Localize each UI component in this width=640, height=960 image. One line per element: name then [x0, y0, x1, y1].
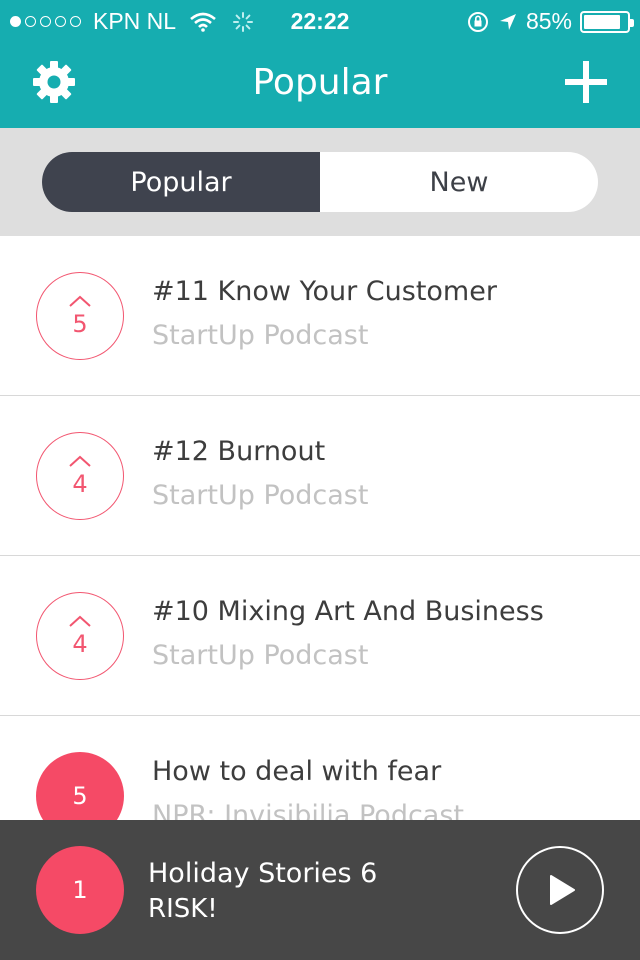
list-item[interactable]: 4 #12 Burnout StartUp Podcast: [0, 396, 640, 556]
podcast-name: StartUp Podcast: [152, 640, 369, 671]
chevron-up-icon: [69, 455, 91, 467]
segment-new[interactable]: New: [320, 152, 598, 212]
now-playing-bar[interactable]: 1 Holiday Stories 6 RISK!: [0, 820, 640, 960]
vote-count: 4: [72, 630, 88, 658]
play-button[interactable]: [516, 846, 604, 934]
battery-percent: 85%: [525, 8, 572, 34]
plus-icon[interactable]: [564, 60, 608, 104]
now-playing-title: Holiday Stories 6: [148, 858, 378, 889]
now-playing-podcast: RISK!: [148, 894, 218, 924]
play-icon: [550, 875, 575, 905]
episode-title: How to deal with fear: [152, 756, 442, 787]
episode-title: #12 Burnout: [152, 436, 326, 467]
segmented-control: Popular New: [42, 152, 598, 212]
now-playing-badge: 1: [36, 846, 124, 934]
vote-count: 5: [72, 310, 88, 338]
list-item[interactable]: 4 #10 Mixing Art And Business StartUp Po…: [0, 556, 640, 716]
rotation-lock-icon: [467, 11, 488, 32]
status-right: 85%: [466, 8, 634, 35]
status-bar: KPN NL 22:22 85%: [0, 0, 640, 40]
header: KPN NL 22:22 85% Popular: [0, 0, 640, 128]
segment-bar: Popular New: [0, 128, 640, 236]
podcast-name: StartUp Podcast: [152, 320, 369, 351]
podcast-name: StartUp Podcast: [152, 480, 369, 511]
episode-list: 5 #11 Know Your Customer StartUp Podcast…: [0, 236, 640, 876]
chevron-up-icon: [69, 615, 91, 627]
list-item[interactable]: 5 #11 Know Your Customer StartUp Podcast: [0, 236, 640, 396]
vote-count: 5: [72, 782, 88, 810]
episode-title: #11 Know Your Customer: [152, 276, 497, 307]
page-title: Popular: [252, 62, 388, 103]
battery-icon: [580, 10, 634, 33]
upvote-button[interactable]: 5: [36, 272, 124, 360]
navigation-bar: Popular: [0, 40, 640, 128]
segment-popular[interactable]: Popular: [42, 152, 320, 212]
upvote-button[interactable]: 4: [36, 592, 124, 680]
chevron-up-icon: [69, 295, 91, 307]
vote-count: 4: [72, 470, 88, 498]
episode-title: #10 Mixing Art And Business: [152, 596, 544, 627]
upvote-button[interactable]: 4: [36, 432, 124, 520]
location-arrow-icon: [499, 13, 516, 30]
